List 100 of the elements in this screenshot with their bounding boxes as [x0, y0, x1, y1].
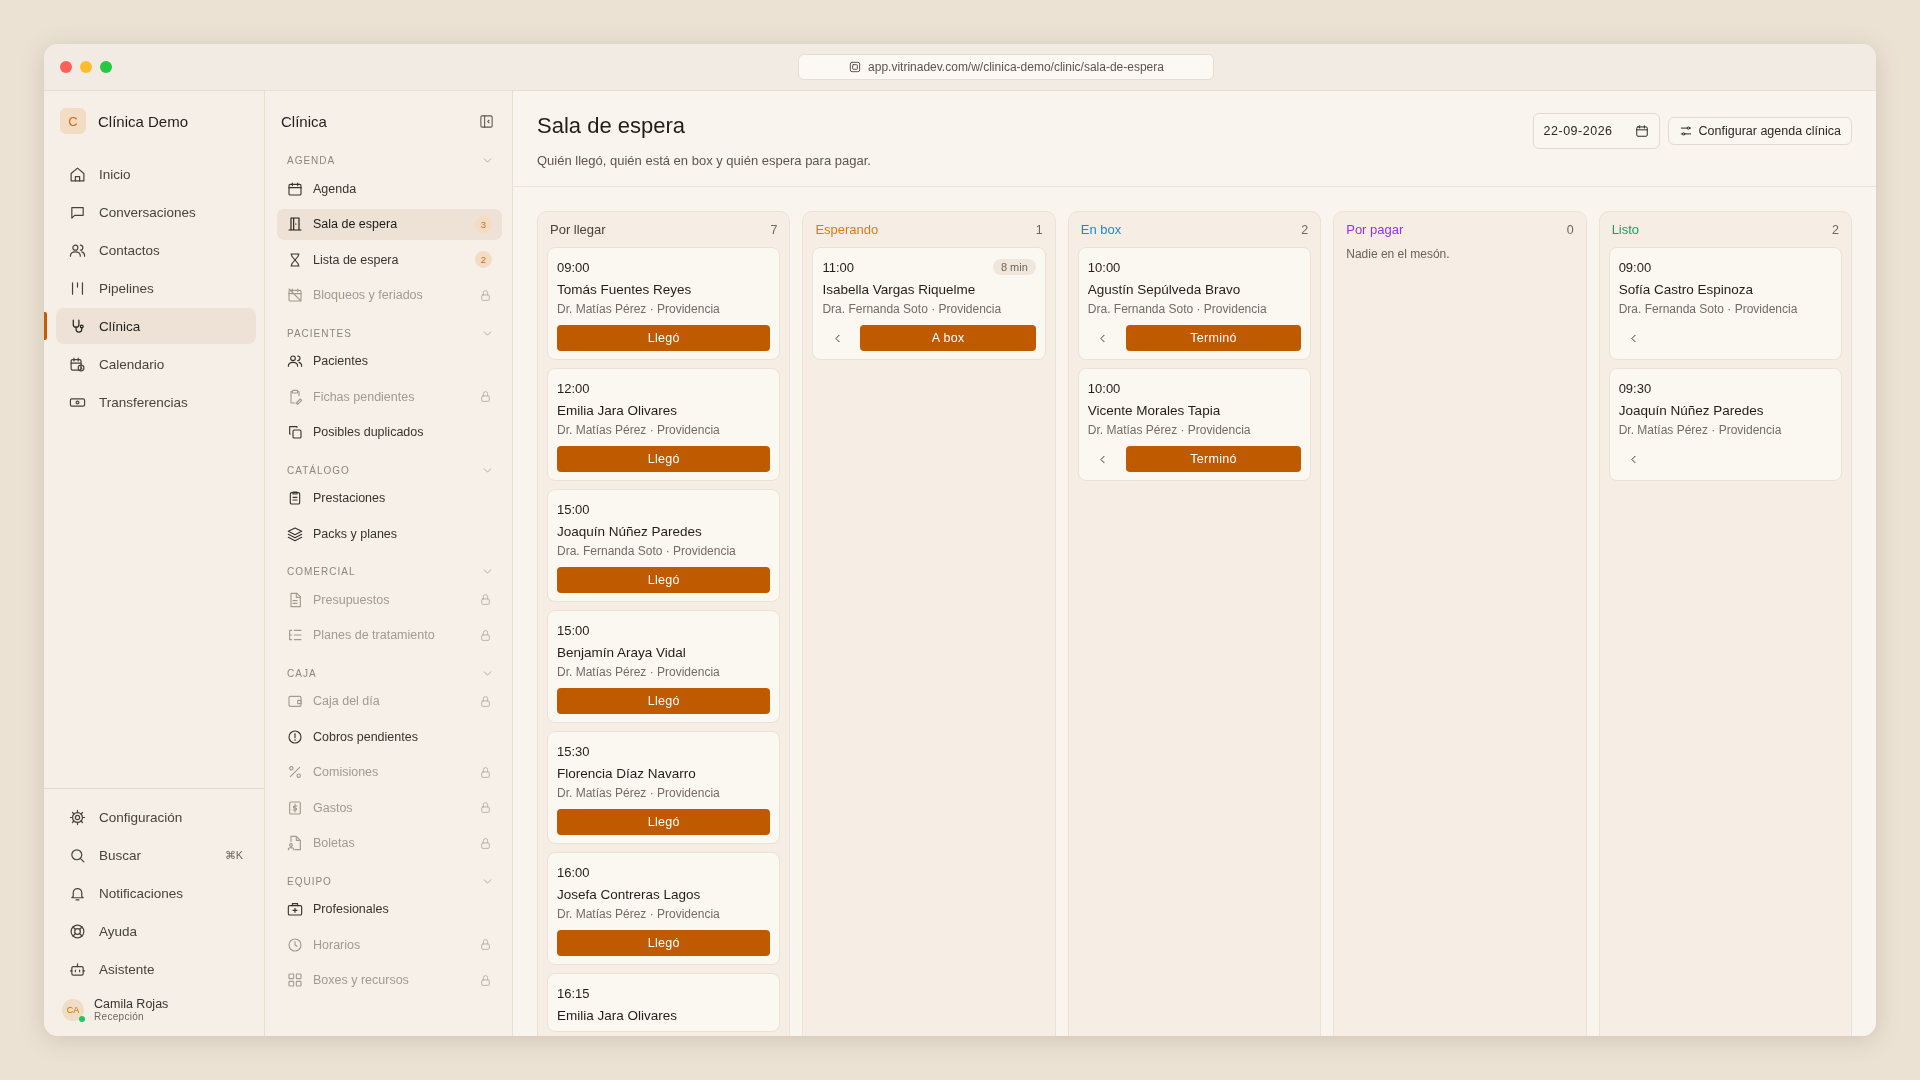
door-icon	[287, 216, 303, 232]
advance-button[interactable]: Llegó	[557, 567, 771, 593]
patient-card[interactable]: 09:00 Tomás Fuentes Reyes Dr. Matías Pérez · Providencia Llegó	[547, 247, 781, 360]
advance-button[interactable]: Llegó	[557, 930, 771, 956]
shortcut-hint: ⌘K	[224, 848, 243, 862]
lock-icon	[479, 288, 492, 302]
alert-icon	[287, 728, 303, 745]
maximize-button[interactable]	[100, 61, 112, 73]
robot-icon	[69, 960, 86, 978]
lock-icon	[479, 390, 492, 403]
appointment-time: 16:15	[557, 985, 590, 1001]
calendar-icon	[287, 180, 303, 197]
nav-item[interactable]: Prestaciones	[277, 482, 502, 514]
nav-item[interactable]: Agenda	[277, 173, 502, 204]
column-title: Por llegar	[550, 222, 606, 237]
address-bar[interactable]: app.vitrinadev.com/w/clinica-demo/clinic/sala-de-espera	[798, 54, 1214, 80]
group-heading: CAJA	[287, 667, 317, 679]
lock-icon	[479, 973, 492, 987]
appointment-detail: Dr. Matías Pérez · Providencia	[557, 907, 721, 921]
appointment-time: 16:00	[557, 864, 590, 880]
advance-button[interactable]: Terminó	[1125, 446, 1302, 472]
appointment-time: 10:00	[1087, 259, 1121, 275]
nav-item[interactable]: Pacientes	[277, 345, 502, 377]
lock-icon	[479, 694, 492, 708]
nav-item[interactable]: Asistente	[56, 951, 256, 987]
medical-case-icon	[287, 901, 303, 917]
lock-icon	[479, 938, 492, 951]
receipt-icon	[287, 799, 303, 816]
empty-message: Nadie en el mesón.	[1345, 247, 1451, 261]
nav-item[interactable]: Posibles duplicados	[277, 416, 502, 448]
page-subtitle: Quién llegó, quién está en box y quién espera para pagar.	[537, 153, 871, 168]
collapse-sidebar-icon[interactable]	[479, 114, 494, 129]
column-title: Listo	[1611, 222, 1640, 237]
users-icon	[287, 353, 303, 369]
advance-button[interactable]: Llegó	[557, 809, 771, 835]
clock-icon	[287, 936, 303, 953]
advance-button[interactable]: A box	[860, 325, 1036, 351]
patient-card[interactable]: 10:00 Agustín Sepúlveda Bravo Dra. Fernanda Soto · Providencia Terminó	[1077, 247, 1312, 360]
patient-card[interactable]: 15:00 Joaquín Núñez Paredes Dra. Fernanda Soto · Providencia Llegó	[547, 489, 781, 602]
appointment-detail: Dr. Matías Pérez · Providencia	[557, 423, 721, 437]
grid-icon	[287, 972, 303, 988]
patient-name: Agustín Sepúlveda Bravo	[1087, 282, 1242, 297]
appointment-detail: Dr. Matías Pérez · Providencia	[1087, 423, 1252, 437]
patient-card[interactable]: 09:00 Sofía Castro Espinoza Dra. Fernanda Soto · Providencia	[1608, 247, 1843, 360]
appointment-time: 10:00	[1087, 380, 1121, 396]
nav-item[interactable]: Packs y planes	[277, 518, 502, 549]
copy-icon	[287, 424, 303, 440]
workspace-logo: C	[60, 108, 86, 134]
column-count: 2	[1832, 222, 1840, 237]
page-title: Sala de espera	[537, 113, 686, 139]
group-heading: COMERCIAL	[287, 566, 356, 577]
advance-button[interactable]: Terminó	[1125, 325, 1302, 351]
patient-card[interactable]: 11:00 8 min Isabella Vargas Riquelme Dra. Fernanda Soto · Providencia A box	[812, 247, 1046, 360]
group-heading: PACIENTES	[287, 327, 352, 339]
nav-item[interactable]: Inicio	[56, 156, 256, 192]
nav-item[interactable]: Configuración	[56, 799, 256, 835]
date-field[interactable]: 22-09-2026	[1532, 113, 1660, 149]
patient-card[interactable]: 09:30 Joaquín Núñez Paredes Dr. Matías Pérez · Providencia	[1608, 368, 1843, 481]
nav-item[interactable]: Clínica	[56, 308, 256, 344]
nav-item[interactable]: Conversaciones	[56, 194, 256, 230]
percent-icon	[287, 764, 303, 780]
nav-item[interactable]: Contactos	[56, 232, 256, 268]
column-count: 7	[770, 222, 778, 237]
group-heading: CATÁLOGO	[287, 464, 350, 476]
patient-card[interactable]: 15:30 Florencia Díaz Navarro Dr. Matías Pérez · Providencia Llegó	[547, 731, 781, 844]
nav-item[interactable]: Lista de espera 2	[277, 244, 502, 275]
patient-card[interactable]: 15:00 Benjamín Araya Vidal Dr. Matías Pérez · Providencia Llegó	[547, 610, 781, 723]
advance-button[interactable]: Llegó	[557, 325, 771, 351]
user-name: Camila Rojas	[94, 997, 169, 1011]
nav-item[interactable]: Notificaciones	[56, 875, 256, 911]
patient-card[interactable]: 10:00 Vicente Morales Tapia Dr. Matías Pérez · Providencia Terminó	[1077, 368, 1312, 481]
patient-card[interactable]: 16:00 Josefa Contreras Lagos Dr. Matías Pérez · Providencia Llegó	[547, 852, 781, 965]
appointment-detail: Dra. Fernanda Soto · Providencia	[1618, 302, 1799, 316]
close-button[interactable]	[60, 61, 72, 73]
count-badge: 2	[475, 251, 492, 268]
nav-item[interactable]: Calendario	[56, 346, 256, 382]
lock-icon	[479, 836, 492, 850]
patient-name: Joaquín Núñez Paredes	[1618, 403, 1765, 418]
nav-item[interactable]: Ayuda	[56, 913, 256, 949]
sliders-icon	[1678, 124, 1693, 138]
nav-item[interactable]: Profesionales	[277, 893, 502, 925]
advance-button[interactable]: Llegó	[557, 688, 771, 714]
nav-item[interactable]: Pipelines	[56, 270, 256, 306]
clipboard-list-icon	[287, 490, 303, 506]
configure-button[interactable]: Configurar agenda clínica	[1667, 117, 1852, 145]
column-count: 2	[1301, 222, 1309, 237]
nav-item[interactable]: Transferencias	[56, 384, 256, 420]
nav-item[interactable]: Buscar ⌘K	[56, 837, 256, 873]
patient-name: Joaquín Núñez Paredes	[557, 524, 703, 539]
minimize-button[interactable]	[80, 61, 92, 73]
appointment-detail: Dr. Matías Pérez · Providencia	[1618, 423, 1783, 437]
patient-card[interactable]: 12:00 Emilia Jara Olivares Dr. Matías Pérez · Providencia Llegó	[547, 368, 781, 481]
calendar-icon	[69, 355, 86, 373]
patient-card[interactable]: 16:15 Emilia Jara Olivares	[547, 973, 781, 1032]
advance-button[interactable]: Llegó	[557, 446, 771, 472]
search-icon	[69, 846, 86, 864]
nav-item[interactable]: Cobros pendientes	[277, 721, 502, 752]
nav-item[interactable]: Sala de espera 3	[277, 208, 502, 240]
patient-name: Florencia Díaz Navarro	[557, 766, 697, 781]
appointment-time: 15:00	[557, 501, 590, 517]
